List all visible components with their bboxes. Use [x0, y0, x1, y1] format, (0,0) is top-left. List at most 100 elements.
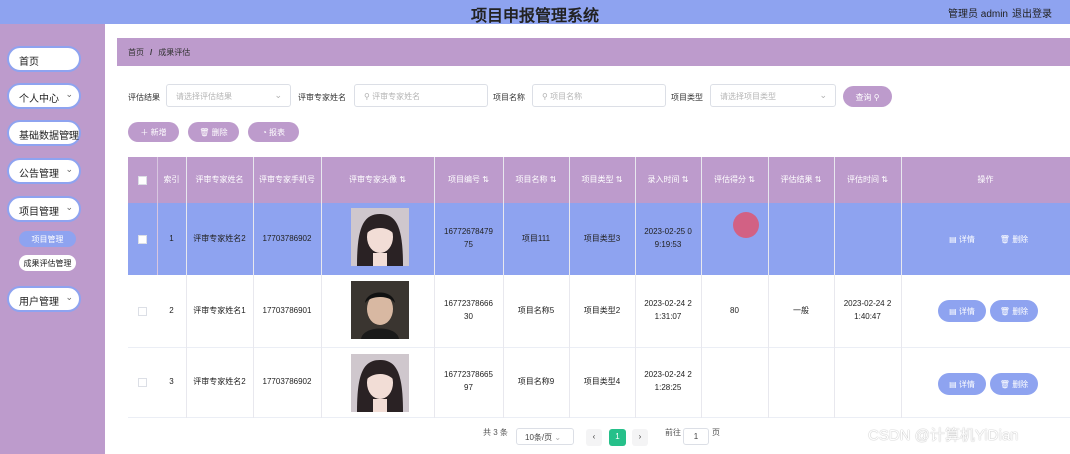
- sort-icon: ⇅: [881, 174, 888, 184]
- header-eval-score[interactable]: 评估得分 ⇅: [701, 157, 768, 203]
- row-index: 3: [169, 376, 174, 386]
- project-name-input[interactable]: ⚲ 项目名称: [532, 84, 666, 107]
- report-button-label: 报表: [269, 128, 286, 137]
- sidebar-item-home[interactable]: 首页: [7, 46, 81, 72]
- header-project-name[interactable]: 项目名称 ⇅: [503, 157, 569, 203]
- sidebar-item-personal-center[interactable]: 个人中心 ⌄: [7, 83, 81, 109]
- row-checkbox[interactable]: [128, 203, 157, 275]
- header-eval-time[interactable]: 评估时间 ⇅: [834, 157, 901, 203]
- logout-link[interactable]: 退出登录: [1012, 5, 1070, 20]
- row-project-name: 项目名称9: [517, 376, 555, 386]
- query-button[interactable]: 查询 ⚲: [843, 86, 892, 107]
- expert-name-input[interactable]: ⚲ 评审专家姓名: [354, 84, 488, 107]
- project-type-select[interactable]: 请选择项目类型 ⌄: [710, 84, 836, 107]
- add-button[interactable]: ＋ 新增: [128, 122, 179, 142]
- project-no-line: 16772378665: [444, 370, 493, 380]
- sidebar-item-notices[interactable]: 公告管理 ⌄: [7, 158, 81, 184]
- header-label: 评审专家姓名: [195, 174, 244, 184]
- delete-button[interactable]: 🗑 删除: [990, 228, 1038, 250]
- document-icon: ▤: [949, 380, 957, 389]
- header-expert-name[interactable]: 评审专家姓名: [186, 157, 253, 203]
- header-project-no[interactable]: 项目编号 ⇅: [434, 157, 503, 203]
- project-no-line: 97: [464, 383, 473, 392]
- detail-button[interactable]: ▤ 详情: [938, 228, 986, 250]
- project-no-line: 30: [464, 312, 473, 321]
- row-checkbox[interactable]: [128, 347, 157, 417]
- trash-icon: 🗑: [999, 380, 1010, 389]
- sidebar-subitem-project-manage[interactable]: 项目管理: [19, 231, 76, 247]
- header-index[interactable]: 索引: [157, 157, 186, 203]
- row-eval-time: [834, 203, 901, 275]
- row-project-no: 16772678479 75: [434, 203, 503, 275]
- search-icon: ⚲: [542, 92, 551, 101]
- trash-icon: 🗑: [999, 307, 1010, 316]
- row-eval-time: 2023-02-24 2 1:40:47: [834, 275, 901, 347]
- header-project-type[interactable]: 项目类型 ⇅: [569, 157, 635, 203]
- delete-button[interactable]: 🗑 删除: [990, 373, 1038, 395]
- breadcrumb-current: 成果评估: [158, 48, 191, 57]
- detail-button[interactable]: ▤ 详情: [938, 300, 986, 322]
- page-1-button[interactable]: 1: [609, 429, 626, 446]
- expert-name-placeholder: 评审专家姓名: [372, 92, 421, 101]
- row-eval-score: [701, 347, 768, 417]
- row-expert-phone: 17703786902: [262, 233, 312, 243]
- project-name-placeholder: 项目名称: [550, 92, 583, 101]
- row-entry-time: 2023-02-25 0 9:19:53: [635, 203, 701, 275]
- row-project-type: 项目类型3: [583, 233, 621, 243]
- project-type-placeholder: 请选择项目类型: [720, 92, 776, 101]
- breadcrumb-separator: /: [150, 48, 153, 57]
- app-title: 项目申报管理系统: [470, 8, 599, 25]
- row-eval-result: [768, 203, 834, 275]
- header-label: 评估时间: [847, 174, 880, 184]
- eval-result-select[interactable]: 请选择评估结果 ⌄: [166, 84, 291, 107]
- pie-chart-icon: ◔: [261, 128, 267, 137]
- delete-button[interactable]: 🗑 删除: [990, 300, 1038, 322]
- add-button-label: 新增: [150, 128, 167, 137]
- chevron-down-icon: ⌄: [274, 90, 282, 100]
- header-expert-avatar[interactable]: 评审专家头像 ⇅: [321, 157, 434, 203]
- breadcrumb-home[interactable]: 首页: [128, 48, 144, 57]
- row-eval-result: 一般: [793, 305, 809, 315]
- chevron-down-icon: ⌄: [65, 292, 73, 302]
- page-size-select[interactable]: 10条/页 ⌄: [516, 428, 574, 445]
- header-expert-phone[interactable]: 评审专家手机号: [253, 157, 321, 203]
- click-indicator: [733, 212, 759, 238]
- page-size-value: 10条/页: [525, 433, 553, 442]
- header-label: 项目类型: [581, 174, 614, 184]
- sidebar-item-users[interactable]: 用户管理 ⌄: [7, 286, 81, 312]
- sort-icon: ⇅: [615, 174, 623, 184]
- sort-icon: ⇅: [399, 174, 406, 184]
- batch-delete-button[interactable]: 🗑 删除: [188, 122, 239, 142]
- expert-avatar-image: [351, 208, 409, 266]
- sidebar-item-projects[interactable]: 项目管理 ⌄: [7, 196, 81, 222]
- row-expert-name: 评审专家姓名1: [193, 305, 246, 315]
- select-all-checkbox[interactable]: [128, 157, 157, 203]
- goto-page-input[interactable]: 1: [683, 428, 709, 445]
- row-expert-name: 评审专家姓名2: [193, 376, 246, 386]
- next-page-button[interactable]: ›: [632, 429, 648, 446]
- sidebar-item-basic-data[interactable]: 基础数据管理 ⌄: [7, 120, 81, 146]
- header-label: 项目名称: [515, 174, 548, 184]
- document-icon: ▤: [949, 235, 957, 244]
- row-expert-phone: 17703786901: [262, 305, 312, 315]
- row-project-no: 16772378665 97: [434, 347, 503, 417]
- row-project-name: 项目111: [521, 233, 551, 243]
- report-button[interactable]: ◔ 报表: [248, 122, 299, 142]
- data-table: 索引 评审专家姓名 评审专家手机号 评审专家头像 ⇅ 项目编号 ⇅ 项目名称 ⇅…: [128, 157, 1070, 418]
- time-line: 9:19:53: [654, 240, 682, 249]
- goto-label: 前往: [665, 428, 681, 437]
- sidebar-subitem-result-eval[interactable]: 成果评估管理: [19, 255, 76, 271]
- chevron-down-icon: ⌄: [65, 89, 73, 99]
- chevron-down-icon: ⌄: [65, 164, 73, 174]
- row-entry-time: 2023-02-24 2 1:28:25: [635, 347, 701, 417]
- project-name-label: 项目名称: [493, 93, 525, 102]
- header-entry-time[interactable]: 录入时间 ⇅: [635, 157, 701, 203]
- time-line: 2023-02-24 2: [843, 299, 892, 309]
- detail-button[interactable]: ▤ 详情: [938, 373, 986, 395]
- row-checkbox[interactable]: [128, 275, 157, 347]
- header-operations: 操作: [977, 174, 994, 184]
- header-eval-result[interactable]: 评估结果 ⇅: [768, 157, 834, 203]
- prev-page-button[interactable]: ‹: [586, 429, 602, 446]
- search-icon: ⚲: [364, 92, 373, 101]
- project-no-line: 75: [464, 240, 473, 249]
